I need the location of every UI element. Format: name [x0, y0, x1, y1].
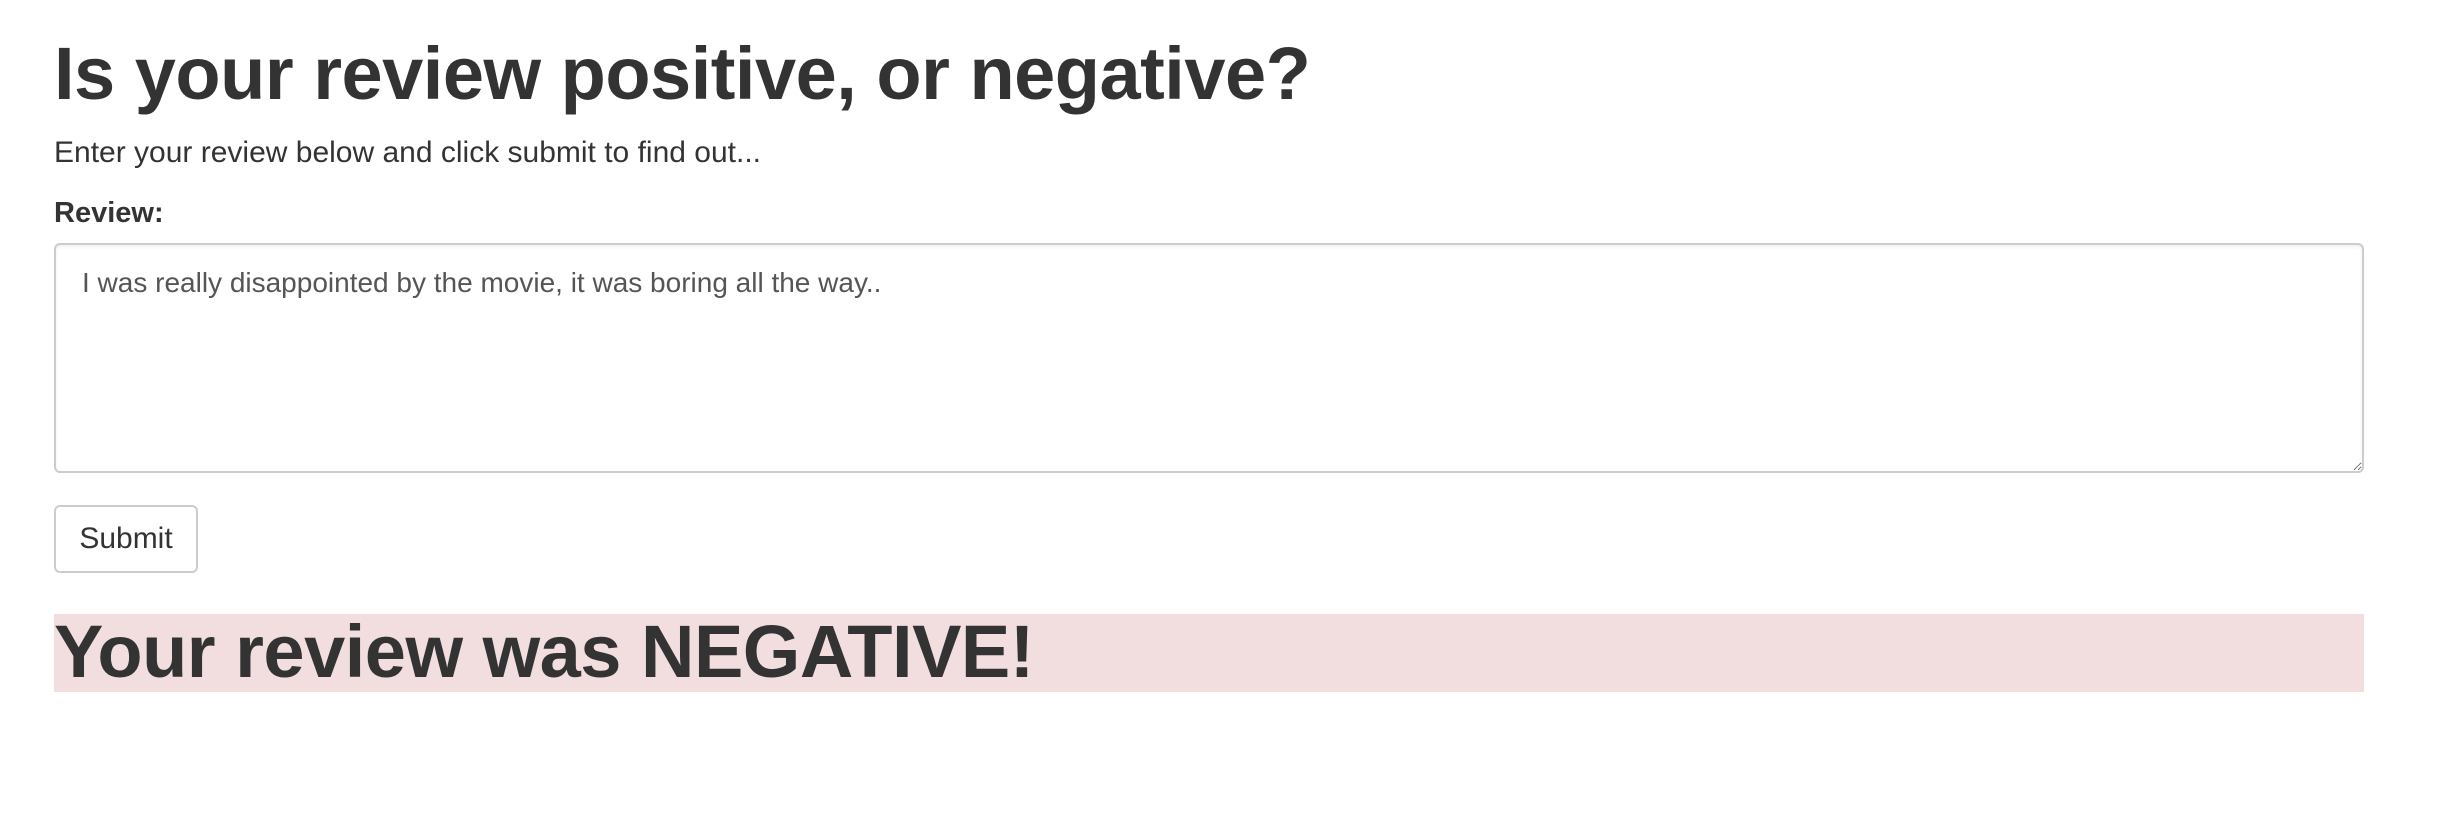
result-text: Your review was NEGATIVE!	[54, 610, 1034, 693]
page-subtitle: Enter your review below and click submit…	[54, 136, 761, 169]
review-textarea[interactable]: I was really disappointed by the movie, …	[54, 243, 2364, 473]
page-title: Is your review positive, or negative?	[54, 32, 1311, 115]
result-banner: Your review was NEGATIVE!	[54, 610, 2364, 693]
submit-button[interactable]: Submit	[54, 505, 198, 573]
review-label: Review:	[54, 197, 164, 229]
